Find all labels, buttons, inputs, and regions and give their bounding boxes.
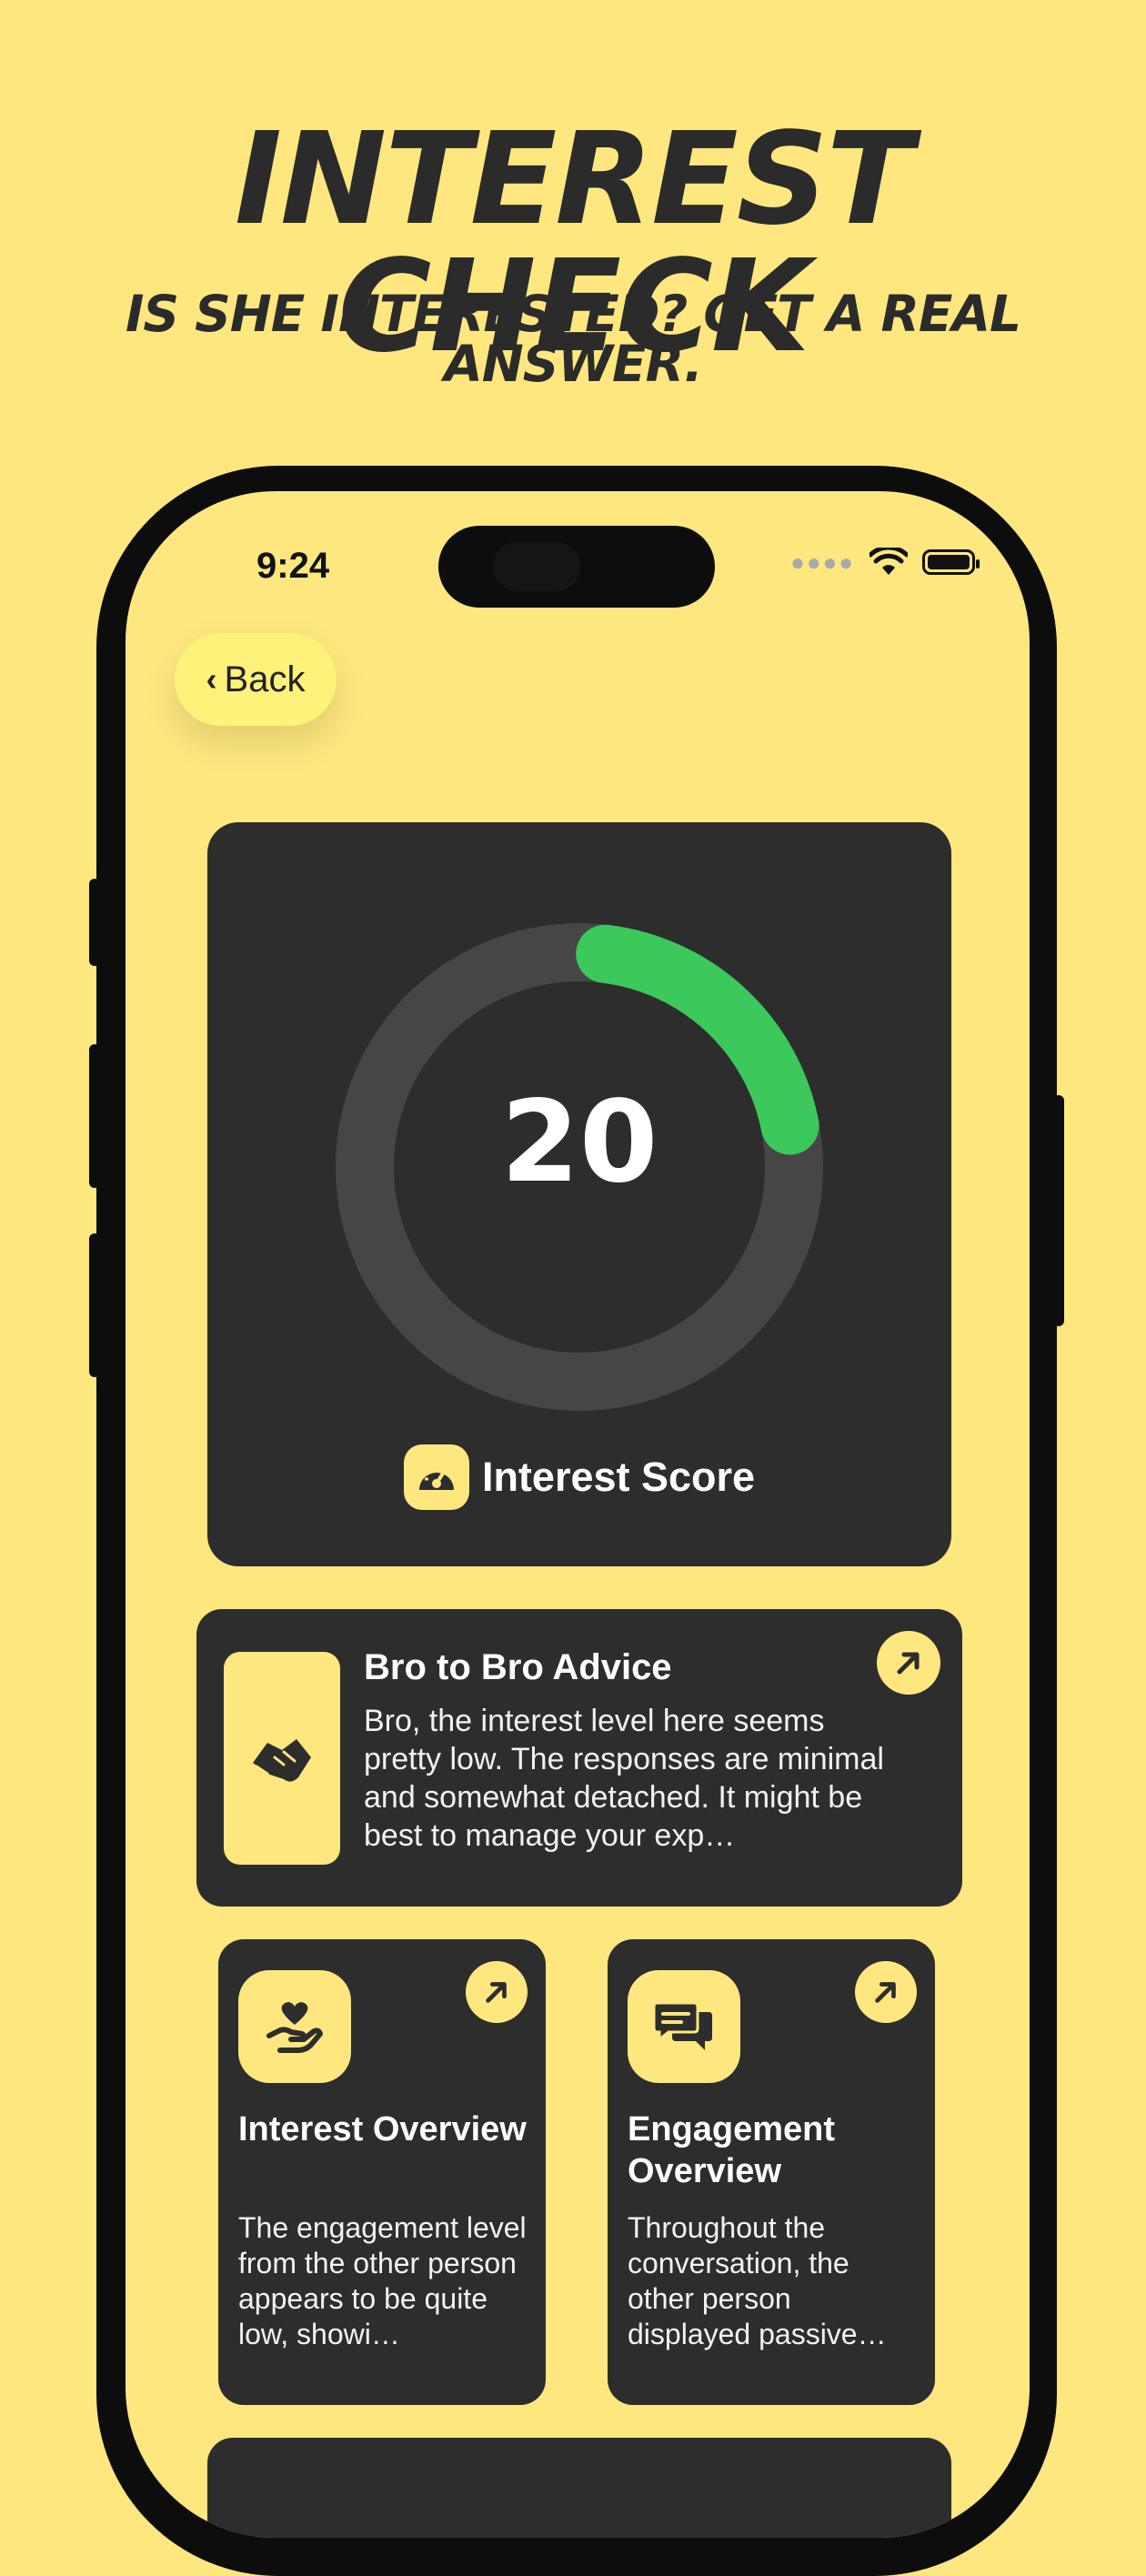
interest-overview-card[interactable]: Interest Overview The engagement level f… (218, 1939, 546, 2405)
engagement-overview-body: Throughout the conversation, the other p… (628, 2211, 887, 2350)
wifi-icon (870, 548, 908, 575)
score-label-row: Interest Score (207, 1444, 951, 1510)
handshake-icon (224, 1652, 340, 1865)
interest-score-card: 20 Interest Score (207, 822, 951, 1566)
engagement-overview-arrow-icon[interactable] (855, 1961, 917, 2023)
advice-body: Bro, the interest level here seems prett… (364, 1704, 884, 1853)
signal-dots-icon: ●●●● (790, 548, 855, 576)
interest-overview-arrow-icon[interactable] (466, 1961, 528, 2023)
score-label: Interest Score (481, 1454, 756, 1500)
interest-overview-body: The engagement level from the other pers… (238, 2211, 527, 2350)
hero-subtitle: IS SHE INTERESTED? GET A REAL ANSWER. (125, 285, 1021, 393)
back-button[interactable]: ‹ Back (175, 633, 337, 726)
status-time: 9:24 (256, 546, 330, 586)
camera-icon (493, 542, 580, 591)
chat-bubbles-icon (628, 1970, 740, 2083)
engagement-overview-card[interactable]: Engagement Overview Throughout the conve… (608, 1939, 935, 2405)
score-value: 20 (500, 1077, 658, 1208)
bro-advice-card[interactable]: Bro to Bro Advice Bro, the interest leve… (196, 1609, 962, 1907)
battery-icon (922, 549, 980, 575)
next-card-peek (207, 2438, 951, 2538)
chevron-left-icon: ‹ (206, 660, 217, 698)
phone-screen: 9:24 ●●●● ‹ Back 20 Interest Score Bro t… (126, 491, 1030, 2538)
engagement-overview-title: Engagement Overview (628, 2110, 836, 2190)
back-button-label: Back (224, 659, 306, 699)
speedometer-icon (403, 1444, 469, 1510)
advice-title: Bro to Bro Advice (364, 1647, 672, 1687)
advice-open-arrow-icon[interactable] (877, 1631, 940, 1695)
interest-overview-title: Interest Overview (238, 2110, 527, 2148)
heart-hand-icon (238, 1970, 351, 2083)
dynamic-island (438, 526, 715, 608)
status-icons: ●●●● (790, 548, 980, 577)
